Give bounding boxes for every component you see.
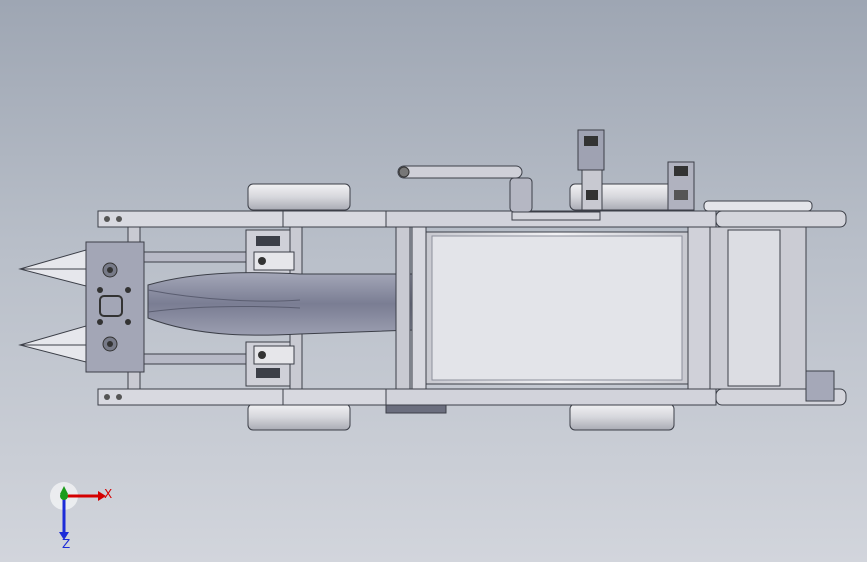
cad-model[interactable] xyxy=(0,0,867,562)
frame-rail-bottom xyxy=(97,388,389,406)
blade-upper xyxy=(18,249,87,287)
cad-viewport[interactable]: X Z xyxy=(0,0,867,562)
x-axis-label: X xyxy=(104,487,113,501)
strut-upper xyxy=(139,251,251,263)
wheel-bottom-right xyxy=(569,403,675,431)
conveyor-belt xyxy=(147,272,413,336)
bearing-bracket-top xyxy=(245,229,295,275)
chain-guard xyxy=(385,404,447,414)
blade-lower xyxy=(18,325,87,363)
top-cover-plate xyxy=(703,200,813,212)
wheel-bottom-left xyxy=(247,403,351,431)
coordinate-triad: X Z xyxy=(40,478,120,551)
z-axis-label: Z xyxy=(62,537,71,551)
frame-rail-top xyxy=(97,210,389,228)
drum-panel xyxy=(431,235,683,381)
bearing-bracket-bottom xyxy=(245,341,295,387)
motor-right xyxy=(667,161,695,211)
front-mount-plate xyxy=(85,241,145,373)
rear-frame xyxy=(687,210,847,406)
strut-lower xyxy=(139,353,251,365)
wheel-top-left xyxy=(247,183,351,211)
motor-left xyxy=(577,129,605,211)
